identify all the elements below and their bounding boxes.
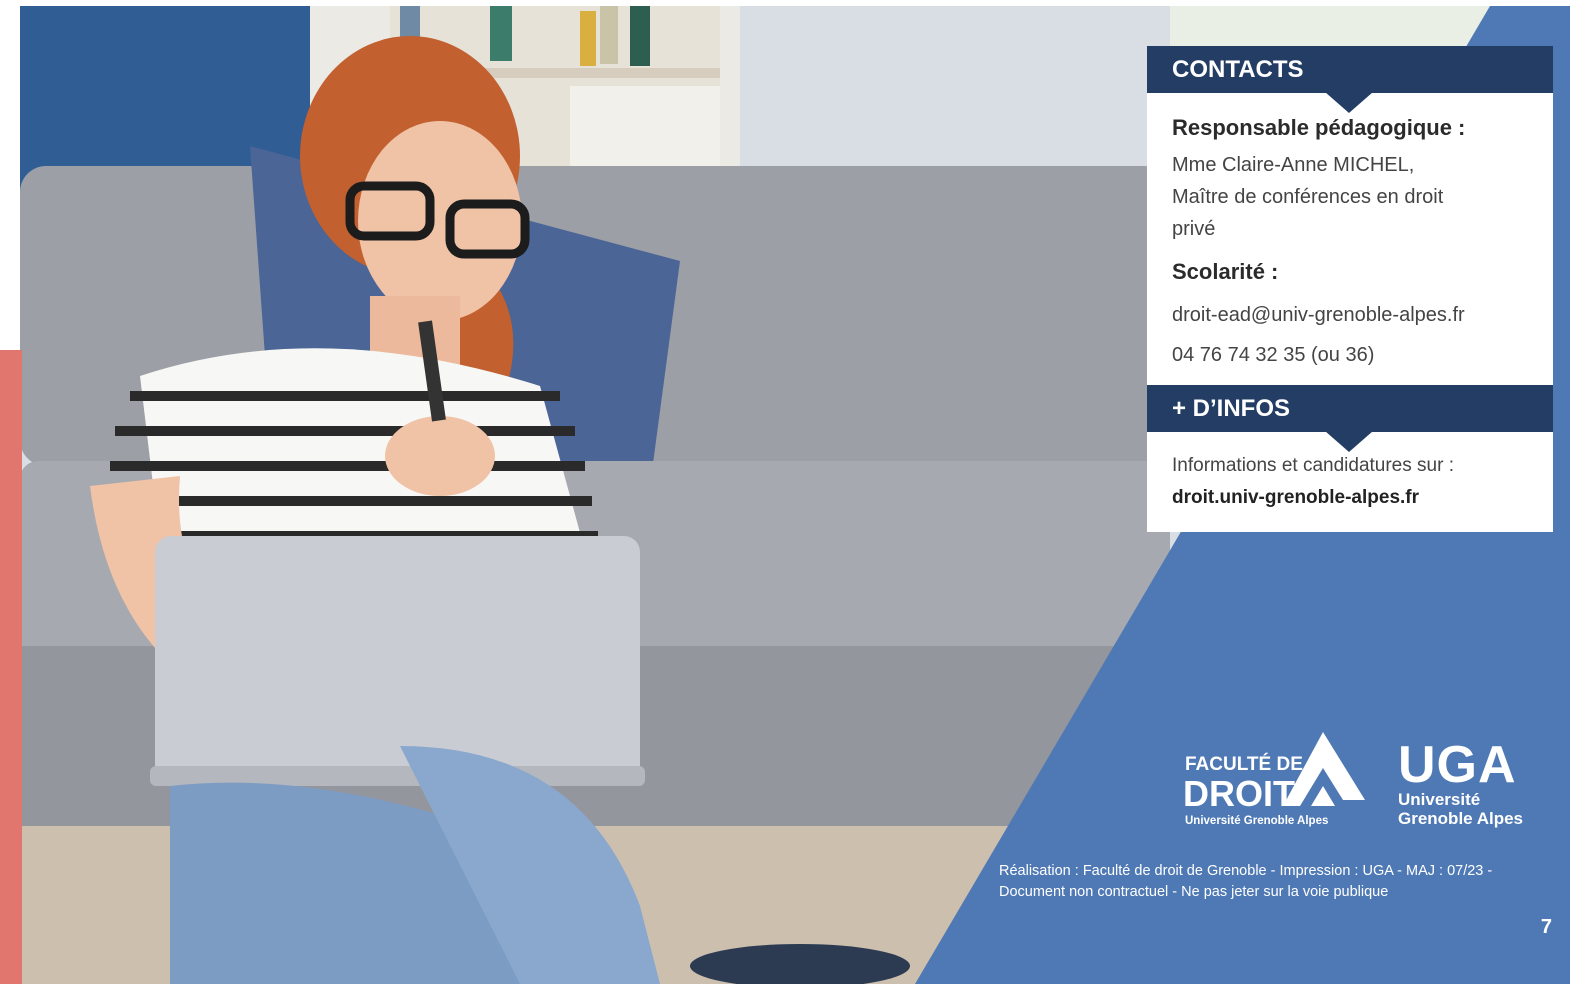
infos-website-link[interactable]: droit.univ-grenoble-alpes.fr: [1172, 482, 1533, 514]
faculte-logo-line3: Université Grenoble Alpes: [1185, 815, 1328, 827]
scolarite-email[interactable]: droit-ead@univ-grenoble-alpes.fr: [1172, 299, 1533, 331]
scolarite-label: Scolarité :: [1172, 259, 1279, 284]
uga-logo-line2: Université: [1398, 790, 1480, 809]
contacts-heading: CONTACTS: [1147, 46, 1553, 113]
footer-line2: Document non contractuel - Ne pas jeter …: [999, 884, 1389, 900]
infos-text: Informations et candidatures sur :: [1172, 455, 1454, 476]
responsable-label: Responsable pédagogique :: [1172, 115, 1466, 140]
heading-notch: [1325, 431, 1373, 452]
uga-logo-line1: UGA: [1398, 736, 1517, 794]
footer-line1: Réalisation : Faculté de droit de Grenob…: [999, 863, 1493, 879]
footer-credits: Réalisation : Faculté de droit de Grenob…: [999, 861, 1559, 903]
contacts-heading-text: CONTACTS: [1172, 56, 1304, 83]
page-number: 7: [1540, 916, 1552, 938]
uga-logo: UGA Université Grenoble Alpes: [1398, 736, 1523, 828]
responsable-title-line1: Maître de conférences en droit: [1172, 186, 1444, 208]
faculte-logo-line1: FACULTÉ DE: [1185, 753, 1303, 775]
scolarite-phone[interactable]: 04 76 74 32 35 (ou 36): [1172, 339, 1533, 371]
contacts-card: CONTACTS Responsable pédagogique : Mme C…: [1147, 46, 1553, 532]
infos-heading-text: + D’INFOS: [1172, 395, 1291, 422]
infos-heading: + D’INFOS: [1147, 385, 1553, 452]
faculte-droit-logo: FACULTÉ DE DROIT Université Grenoble Alp…: [1183, 732, 1365, 827]
responsable-title-line2: privé: [1172, 218, 1216, 240]
contacts-body: Responsable pédagogique : Mme Claire-Ann…: [1147, 93, 1553, 385]
heading-notch: [1325, 92, 1373, 113]
responsable-name: Mme Claire-Anne MICHEL,: [1172, 154, 1415, 176]
brochure-page: CONTACTS Responsable pédagogique : Mme C…: [0, 0, 1570, 984]
decorative-red-strip: [0, 350, 22, 984]
faculte-logo-line2: DROIT: [1183, 773, 1295, 814]
uga-logo-line3: Grenoble Alpes: [1398, 809, 1523, 828]
